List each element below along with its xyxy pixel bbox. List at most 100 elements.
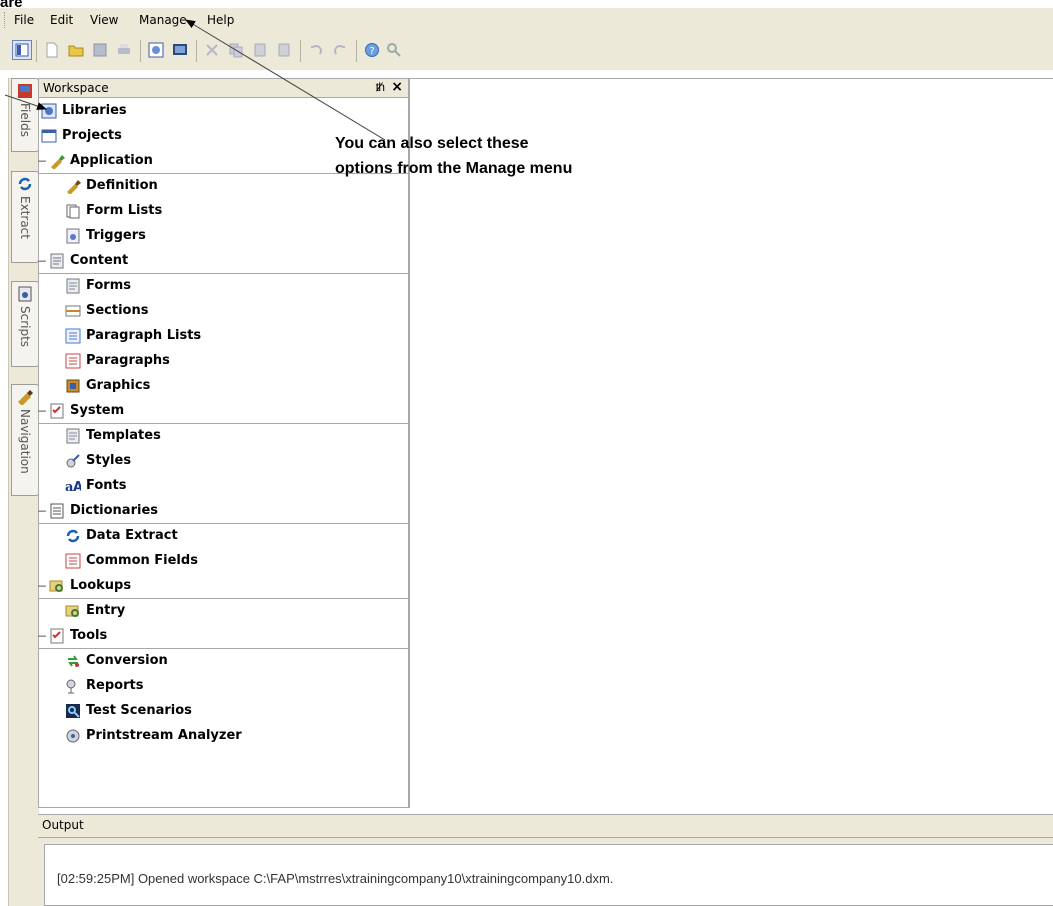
tree-item[interactable]: Conversion	[39, 648, 409, 673]
workspace-panel-icon[interactable]	[12, 40, 32, 60]
collapse-icon[interactable]: −	[37, 504, 49, 518]
tree-label: Lookups	[70, 578, 132, 593]
menu-help[interactable]: Help	[207, 13, 234, 27]
tree-item[interactable]: Printstream Analyzer	[39, 723, 409, 748]
tree-item[interactable]: Test Scenarios	[39, 698, 409, 723]
fields-tab-icon	[16, 83, 34, 101]
tree-category[interactable]: − Content	[37, 248, 409, 274]
tree-label: Application	[70, 153, 153, 168]
tree-item[interactable]: Libraries	[39, 98, 409, 123]
print-icon[interactable]	[114, 40, 134, 60]
callout-line-1: You can also select these	[335, 135, 529, 152]
output-header: Output	[38, 814, 1053, 838]
fonts-icon: aA	[65, 478, 81, 494]
collapse-icon[interactable]: −	[37, 629, 49, 643]
tree-category[interactable]: − Tools	[37, 623, 409, 649]
paste-special-icon[interactable]	[274, 40, 294, 60]
tree-label: Graphics	[86, 378, 151, 393]
tree-label: Common Fields	[86, 553, 198, 568]
help-icon[interactable]: ?	[362, 40, 382, 60]
tree-label: Entry	[86, 603, 126, 618]
menu-manage[interactable]: Manage	[139, 13, 187, 27]
tree-category[interactable]: − System	[37, 398, 409, 424]
navigation-tab[interactable]: Navigation	[11, 384, 39, 496]
fields-view-icon[interactable]	[146, 40, 166, 60]
menu-view[interactable]: View	[90, 13, 118, 27]
definition-icon	[65, 178, 81, 194]
tree-label: Paragraph Lists	[86, 328, 202, 343]
fields-tab[interactable]: Fields	[11, 78, 39, 152]
collapse-icon[interactable]: −	[37, 254, 49, 268]
screen-view-icon[interactable]	[170, 40, 190, 60]
extract-tab-label: Extract	[18, 196, 32, 239]
tree-item[interactable]: Entry	[39, 598, 409, 623]
tree-category[interactable]: − Lookups	[37, 573, 409, 599]
collapse-icon[interactable]: −	[37, 154, 49, 168]
tree-label: Form Lists	[86, 203, 163, 218]
workspace-title: Workspace	[43, 81, 109, 95]
navigation-tab-icon	[16, 389, 34, 407]
output-body[interactable]: [02:59:25PM] Opened workspace C:\FAP\mst…	[44, 844, 1053, 906]
templates-icon	[65, 428, 81, 444]
toolbar: ?	[0, 32, 1053, 70]
redo-icon[interactable]	[330, 40, 350, 60]
cut-icon[interactable]	[202, 40, 222, 60]
pin-icon[interactable]: ᵺ	[376, 80, 385, 94]
output-title: Output	[42, 818, 84, 832]
tree-label: Forms	[86, 278, 131, 293]
save-icon[interactable]	[90, 40, 110, 60]
tree-category[interactable]: − Dictionaries	[37, 498, 409, 524]
tree-item[interactable]: Paragraph Lists	[39, 323, 409, 348]
collapse-icon[interactable]: −	[37, 579, 49, 593]
new-icon[interactable]	[42, 40, 62, 60]
menu-grip[interactable]	[4, 12, 8, 28]
tree-item[interactable]: Form Lists	[39, 198, 409, 223]
tree-label: Libraries	[62, 103, 127, 118]
tree-item[interactable]: Graphics	[39, 373, 409, 398]
tree-label: Definition	[86, 178, 158, 193]
scripts-tab-icon	[16, 286, 34, 304]
tree-item[interactable]: Paragraphs	[39, 348, 409, 373]
content-icon	[49, 253, 65, 269]
tree-label: Paragraphs	[86, 353, 170, 368]
toolbar-separator	[356, 40, 357, 62]
editor-area[interactable]	[408, 78, 1053, 807]
tree-label: Dictionaries	[70, 503, 159, 518]
navigation-tab-label: Navigation	[18, 409, 32, 474]
close-icon[interactable]: ×	[391, 79, 403, 95]
tree-item[interactable]: Sections	[39, 298, 409, 323]
paste-icon[interactable]	[250, 40, 270, 60]
extract-tab[interactable]: Extract	[11, 171, 39, 263]
tree-item[interactable]: Common Fields	[39, 548, 409, 573]
graphics-icon	[65, 378, 81, 394]
sections-icon	[65, 303, 81, 319]
system-icon	[49, 403, 65, 419]
tree-label: Styles	[86, 453, 132, 468]
tree-item[interactable]: Triggers	[39, 223, 409, 248]
side-tab-strip: Fields Extract Scripts Navigation	[8, 78, 39, 906]
tree-item[interactable]: Templates	[39, 423, 409, 448]
tree-item[interactable]: Reports	[39, 673, 409, 698]
tree-item[interactable]: Forms	[39, 273, 409, 298]
toolbar-separator	[196, 40, 197, 62]
common-fields-icon	[65, 553, 81, 569]
find-icon[interactable]	[384, 40, 404, 60]
undo-icon[interactable]	[306, 40, 326, 60]
tree-item[interactable]: Styles	[39, 448, 409, 473]
tree-item[interactable]: Data Extract	[39, 523, 409, 548]
tree-label: Data Extract	[86, 528, 178, 543]
printstream-analyzer-icon	[65, 728, 81, 744]
tree-item[interactable]: a A Fonts	[39, 473, 409, 498]
scripts-tab-label: Scripts	[18, 306, 32, 348]
output-panel: Output [02:59:25PM] Opened workspace C:\…	[38, 814, 1053, 906]
entry-icon	[65, 603, 81, 619]
open-icon[interactable]	[66, 40, 86, 60]
tree-label: Reports	[86, 678, 144, 693]
menu-edit[interactable]: Edit	[50, 13, 73, 27]
copy-icon[interactable]	[226, 40, 246, 60]
svg-text:?: ?	[369, 46, 374, 57]
menu-file[interactable]: File	[14, 13, 34, 27]
tree-label: System	[70, 403, 125, 418]
collapse-icon[interactable]: −	[37, 404, 49, 418]
scripts-tab[interactable]: Scripts	[11, 281, 39, 367]
